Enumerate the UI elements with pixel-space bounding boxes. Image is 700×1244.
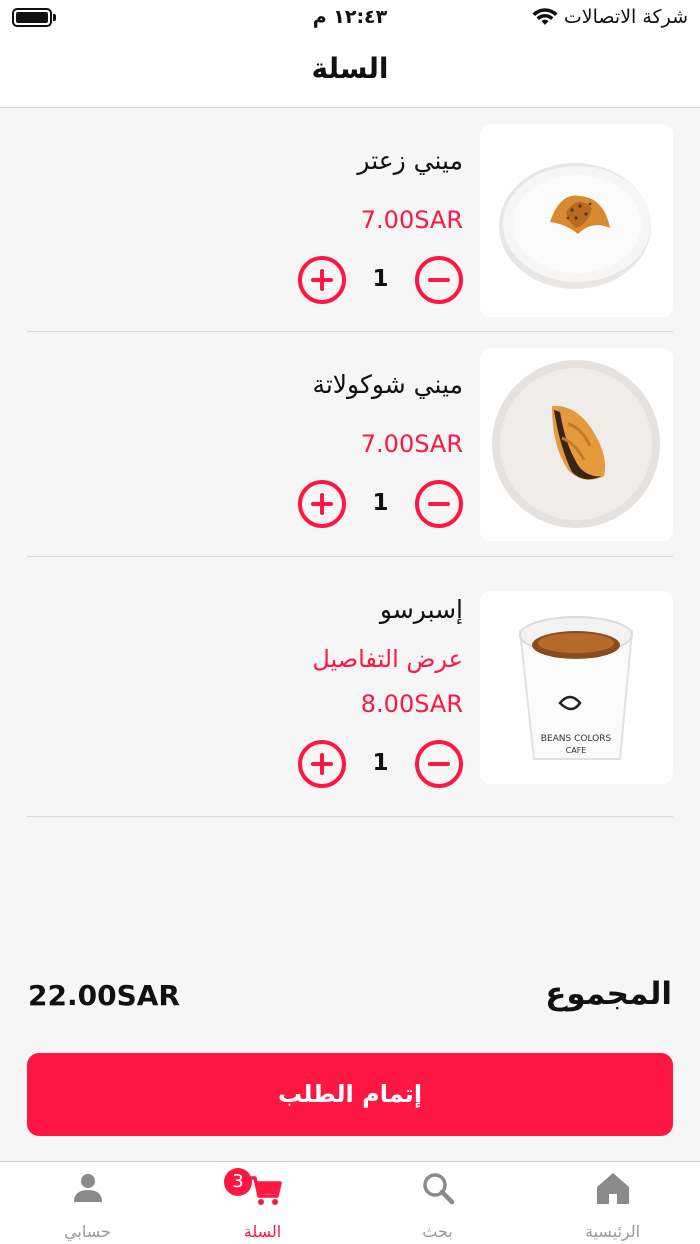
svg-text:CAFE: CAFE [566,746,587,755]
header: السلة [0,36,700,108]
page-title: السلة [311,52,389,85]
decrease-quantity-button[interactable] [415,480,463,528]
nav-label: الرئيسية [584,1222,641,1241]
home-icon [597,1173,629,1204]
status-bar: ١٢:٤٣ م شركة الاتصالات [0,0,700,36]
item-image-zaatar-croissant [480,124,673,317]
total-label: المجموع [545,976,672,1012]
item-name: ميني زعتر [357,146,463,175]
decrease-quantity-button[interactable] [415,740,463,788]
quantity-stepper: 1 [298,256,463,304]
quantity-value: 1 [372,266,389,292]
bottom-nav: حسابي 3 السلة بحث الرئيسية [0,1161,700,1244]
total-value: 22.00SAR [28,979,180,1012]
nav-item-cart[interactable]: 3 السلة [175,1162,350,1244]
nav-label: بحث [422,1222,453,1241]
wifi-icon [532,8,558,25]
increase-quantity-button[interactable] [298,480,346,528]
nav-label: حسابي [64,1222,111,1241]
item-name: ميني شوكولاتة [312,370,463,399]
item-price: 8.00SAR [360,690,463,718]
view-details-link[interactable]: عرض التفاصيل [312,645,463,673]
item-price: 7.00SAR [360,430,463,458]
quantity-value: 1 [372,490,389,516]
increase-quantity-button[interactable] [298,256,346,304]
item-name: إسبرسو [379,595,463,624]
quantity-stepper: 1 [298,480,463,528]
item-price: 7.00SAR [360,206,463,234]
nav-item-home[interactable]: الرئيسية [525,1162,700,1244]
nav-item-account[interactable]: حسابي [0,1162,175,1244]
quantity-stepper: 1 [298,740,463,788]
quantity-value: 1 [372,750,389,776]
increase-quantity-button[interactable] [298,740,346,788]
user-icon [74,1174,102,1202]
cart-item: ميني شوكولاتة 7.00SAR 1 [27,332,673,557]
item-image-chocolate-croissant [480,348,673,541]
carrier-name: شركة الاتصالات [563,6,688,28]
nav-label: السلة [243,1222,282,1241]
cart-icon [249,1176,282,1205]
decrease-quantity-button[interactable] [415,256,463,304]
cart-count-badge: 3 [224,1168,252,1196]
checkout-button[interactable]: إتمام الطلب [27,1053,673,1136]
cart-item: ميني زعتر 7.00SAR 1 [27,108,673,332]
nav-item-search[interactable]: بحث [350,1162,525,1244]
svg-text:BEANS COLORS: BEANS COLORS [541,734,612,744]
item-image-espresso-cup: BEANS COLORS CAFE [480,591,673,784]
cart-item: BEANS COLORS CAFE إسبرسو عرض التفاصيل 8.… [27,557,673,817]
search-icon [423,1173,455,1205]
carrier-info: شركة الاتصالات [532,6,688,28]
